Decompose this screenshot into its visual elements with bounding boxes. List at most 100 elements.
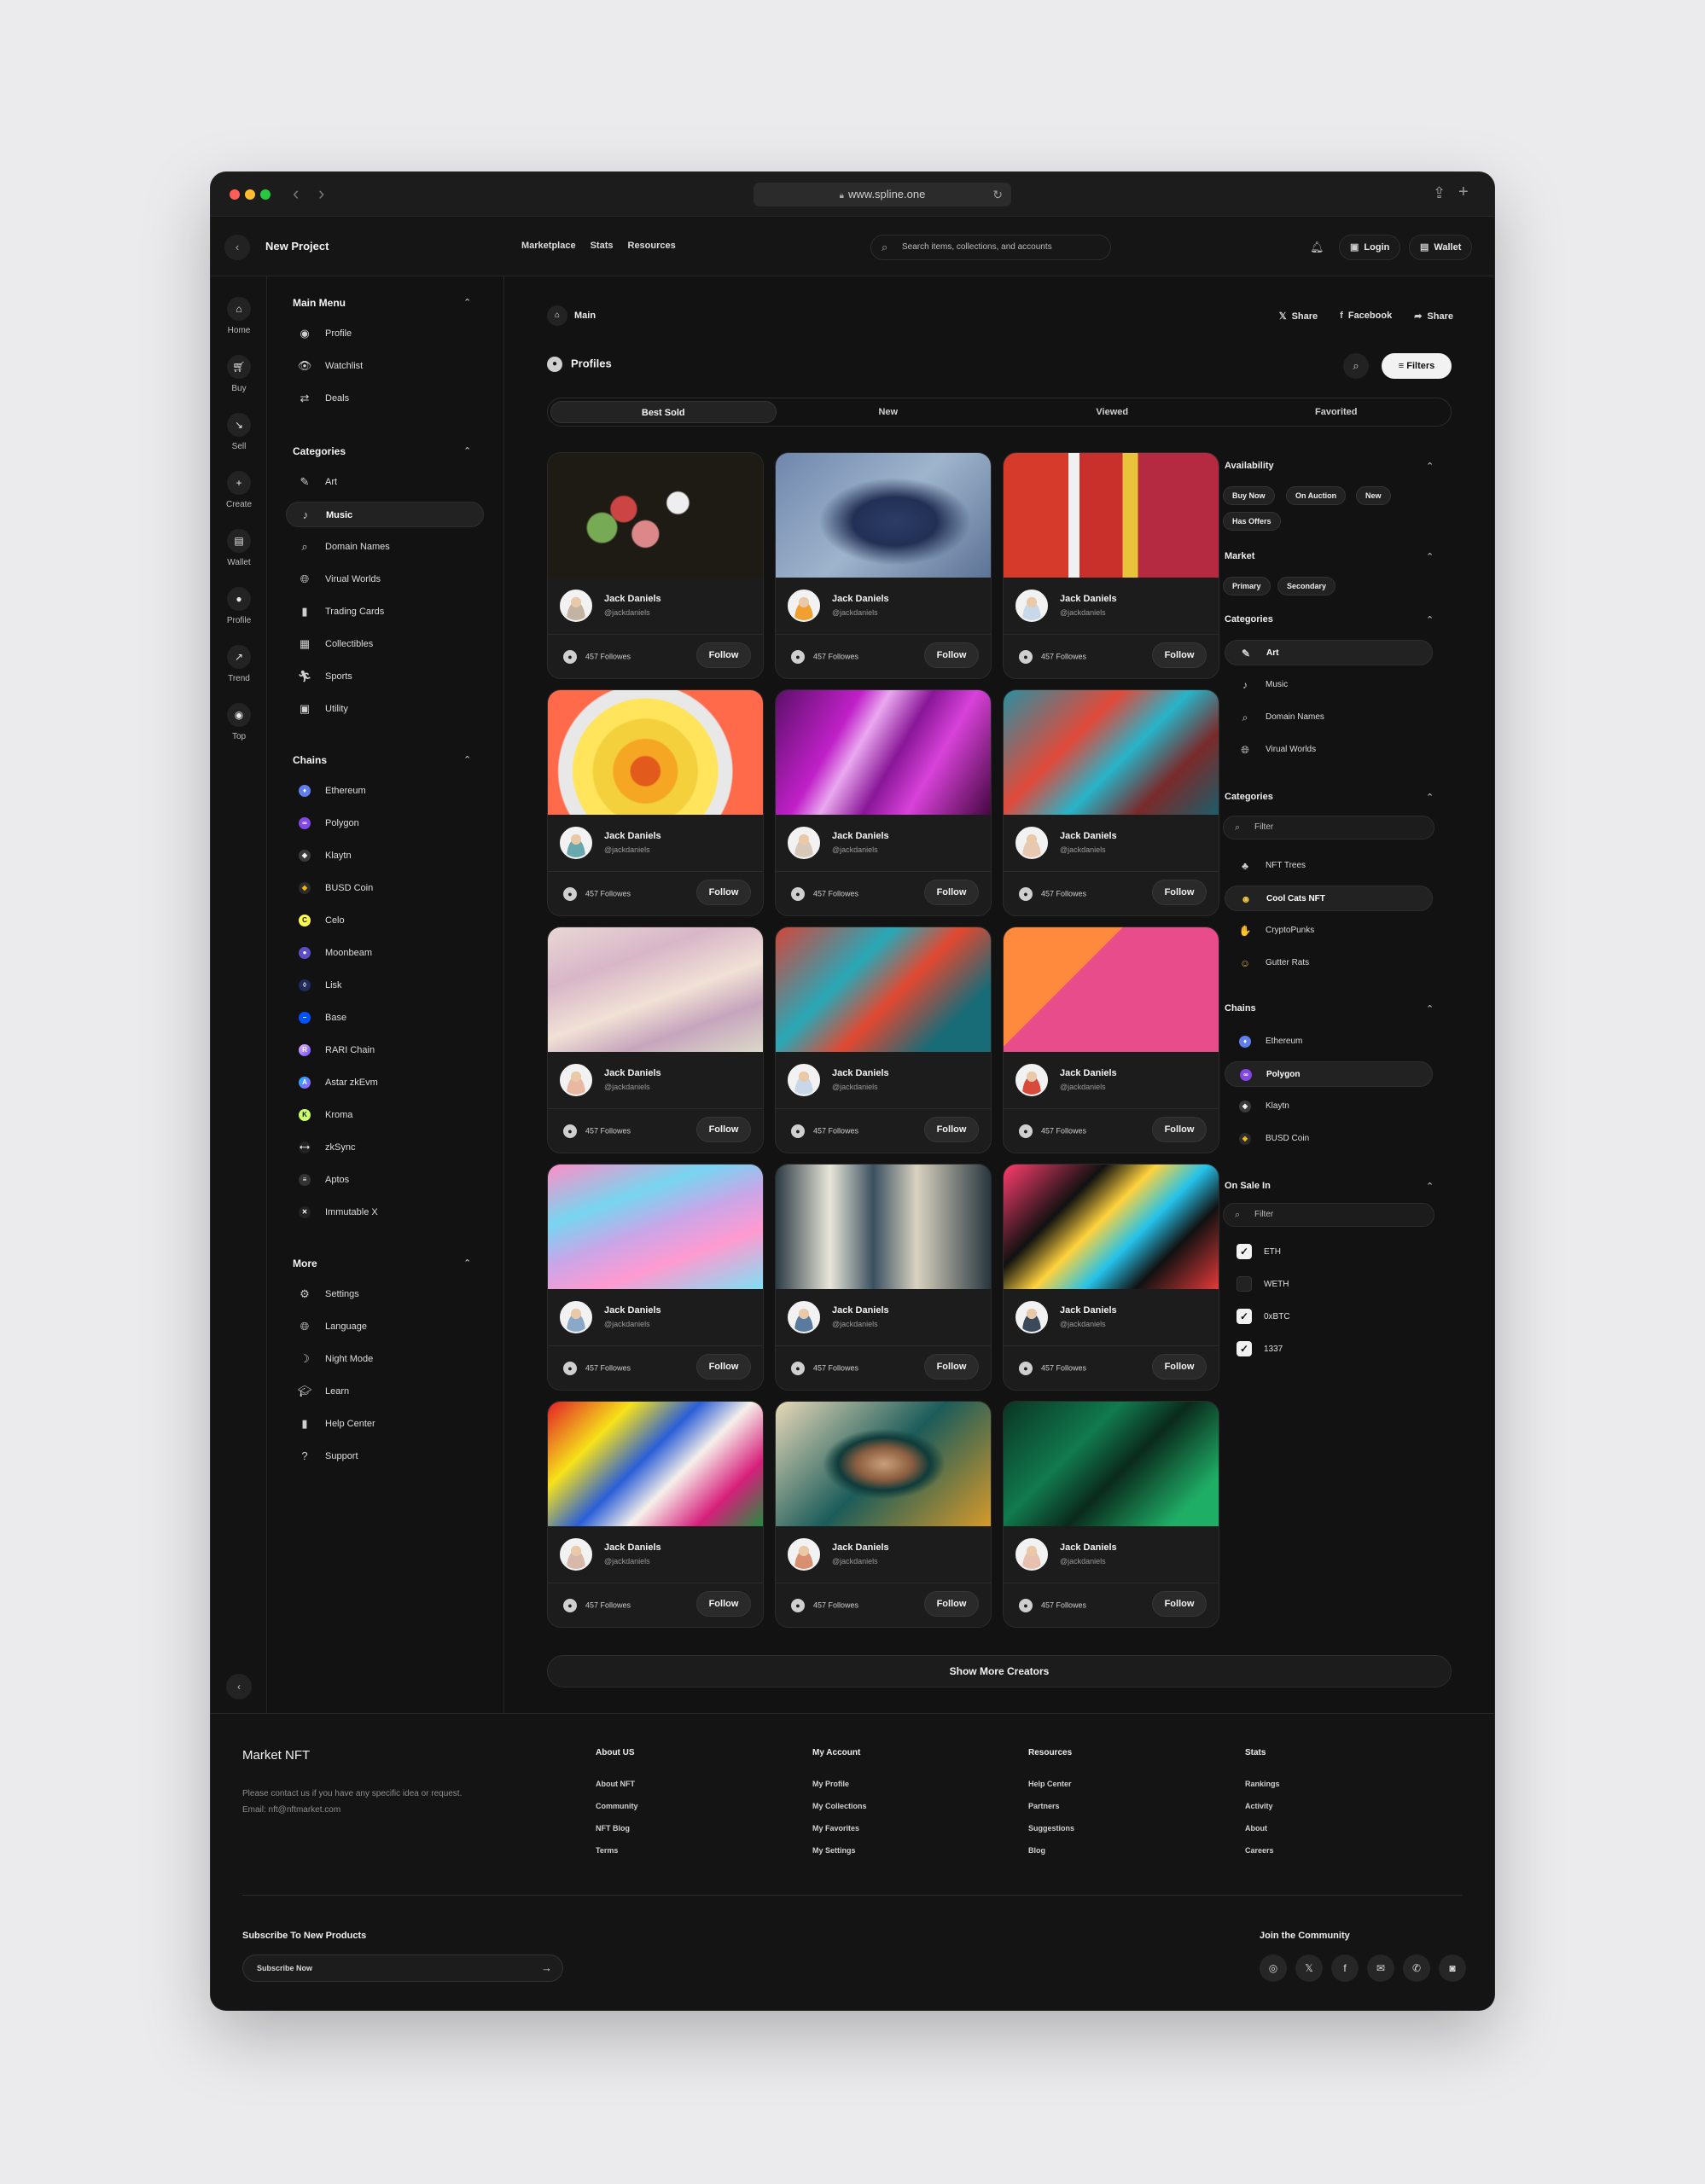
chip-buy-now[interactable]: Buy Now bbox=[1223, 486, 1275, 505]
share-x-link[interactable]: 𝕏 Share bbox=[1279, 311, 1318, 322]
sidebar-item-watchlist[interactable]: 👁︎ Watchlist bbox=[286, 353, 484, 379]
footer-link[interactable]: About NFT bbox=[596, 1780, 638, 1802]
whatsapp-icon[interactable]: ✆ bbox=[1403, 1955, 1430, 1982]
footer-link[interactable]: Community bbox=[596, 1802, 638, 1824]
profile-card[interactable]: Jack Daniels @jackdaniels ● 457 Followes Fol… bbox=[547, 689, 764, 916]
sidebar-item-help-center[interactable]: ▮ Help Center bbox=[286, 1411, 484, 1437]
bell-icon[interactable]: 🔔︎ bbox=[1310, 241, 1324, 254]
share-link[interactable]: ➦ Share bbox=[1414, 311, 1453, 322]
filter-chain-klaytn[interactable]: ◈ Klaytn bbox=[1225, 1094, 1433, 1119]
filter-chain-polygon[interactable]: ∞ Polygon bbox=[1225, 1061, 1433, 1087]
search-input[interactable]: ⌕ Search items, collections, and accounts bbox=[870, 235, 1111, 260]
profile-card[interactable]: Jack Daniels @jackdaniels ● 457 Followes Fol… bbox=[775, 452, 992, 679]
profile-card[interactable]: Jack Daniels @jackdaniels ● 457 Followes Fol… bbox=[1003, 452, 1219, 679]
footer-link[interactable]: Rankings bbox=[1245, 1780, 1280, 1802]
profile-card[interactable]: Jack Daniels @jackdaniels ● 457 Followes Fol… bbox=[1003, 689, 1219, 916]
sidebar-item-profile[interactable]: ◉ Profile bbox=[286, 321, 484, 346]
mail-icon[interactable]: ✉ bbox=[1367, 1955, 1394, 1982]
rail-top[interactable]: ◉ Top bbox=[211, 703, 267, 741]
profile-card[interactable]: Jack Daniels @jackdaniels ● 457 Followes Fol… bbox=[775, 689, 992, 916]
filter-category-music[interactable]: ♪ Music bbox=[1225, 672, 1433, 698]
sidebar-chain-moonbeam[interactable]: ● Moonbeam bbox=[286, 940, 484, 966]
footer-link[interactable]: Careers bbox=[1245, 1846, 1280, 1868]
chip-new[interactable]: New bbox=[1356, 486, 1391, 505]
chevron-up-icon[interactable]: ⌃ bbox=[1426, 1181, 1434, 1192]
filter-category-art[interactable]: ✎ Art bbox=[1225, 640, 1433, 665]
follow-button[interactable]: Follow bbox=[696, 1354, 751, 1380]
footer-link[interactable]: Blog bbox=[1028, 1846, 1074, 1868]
nav-stats[interactable]: Stats bbox=[591, 241, 614, 251]
new-tab-icon[interactable]: + bbox=[1458, 183, 1469, 202]
avatar[interactable] bbox=[560, 1538, 592, 1571]
sidebar-chain-kroma[interactable]: K Kroma bbox=[286, 1102, 484, 1128]
collapse-sidebar-button[interactable]: ‹ bbox=[226, 1674, 252, 1699]
sidebar-item-trading-cards[interactable]: ▮ Trading Cards bbox=[286, 599, 484, 624]
card-artwork[interactable] bbox=[548, 1402, 763, 1526]
card-artwork[interactable] bbox=[548, 927, 763, 1052]
follow-button[interactable]: Follow bbox=[1152, 880, 1207, 905]
sidebar-chain-rari[interactable]: R RARI Chain bbox=[286, 1037, 484, 1063]
footer-link[interactable]: My Favorites bbox=[812, 1824, 867, 1846]
avatar[interactable] bbox=[560, 1301, 592, 1333]
card-artwork[interactable] bbox=[1004, 927, 1219, 1052]
avatar[interactable] bbox=[1015, 827, 1048, 859]
chevron-up-icon[interactable]: ⌃ bbox=[463, 297, 471, 308]
profile-card[interactable]: Jack Daniels @jackdaniels ● 457 Followes Fol… bbox=[547, 926, 764, 1153]
follow-button[interactable]: Follow bbox=[1152, 1117, 1207, 1142]
footer-link[interactable]: Terms bbox=[596, 1846, 638, 1868]
avatar[interactable] bbox=[560, 590, 592, 622]
footer-link[interactable]: About bbox=[1245, 1824, 1280, 1846]
rail-home[interactable]: ⌂ Home bbox=[211, 297, 267, 335]
sidebar-chain-celo[interactable]: C Celo bbox=[286, 908, 484, 933]
nav-resources[interactable]: Resources bbox=[628, 241, 676, 251]
avatar[interactable] bbox=[788, 1301, 820, 1333]
sidebar-item-sports[interactable]: 🏃︎ Sports bbox=[286, 664, 484, 689]
card-artwork[interactable] bbox=[548, 453, 763, 578]
sidebar-item-music[interactable]: ♪ Music bbox=[286, 502, 484, 527]
chevron-up-icon[interactable]: ⌃ bbox=[463, 754, 471, 765]
chevron-up-icon[interactable]: ⌃ bbox=[1426, 551, 1434, 562]
checkbox-1337[interactable]: ✓ bbox=[1237, 1341, 1252, 1356]
profile-card[interactable]: Jack Daniels @jackdaniels ● 457 Followes Fol… bbox=[547, 1401, 764, 1628]
x-icon[interactable]: 𝕏 bbox=[1295, 1955, 1323, 1982]
sidebar-item-collectibles[interactable]: ▦ Collectibles bbox=[286, 631, 484, 657]
follow-button[interactable]: Follow bbox=[1152, 1354, 1207, 1380]
sidebar-chain-busd[interactable]: ◆ BUSD Coin bbox=[286, 875, 484, 901]
card-artwork[interactable] bbox=[776, 690, 991, 815]
chevron-up-icon[interactable]: ⌃ bbox=[1426, 1003, 1434, 1014]
sidebar-chain-zksync[interactable]: ⟷ zkSync bbox=[286, 1135, 484, 1160]
sidebar-chain-astar[interactable]: A Astar zkEvm bbox=[286, 1070, 484, 1095]
sidebar-chain-base[interactable]: – Base bbox=[286, 1005, 484, 1031]
card-artwork[interactable] bbox=[548, 690, 763, 815]
reload-icon[interactable]: ↻ bbox=[992, 183, 1003, 206]
avatar[interactable] bbox=[1015, 1064, 1048, 1096]
rail-trend[interactable]: ↗ Trend bbox=[211, 645, 267, 683]
follow-button[interactable]: Follow bbox=[924, 880, 979, 905]
forward-arrow-icon[interactable]: › bbox=[318, 184, 324, 203]
wallet-button[interactable]: ▤ Wallet bbox=[1409, 235, 1473, 260]
avatar[interactable] bbox=[1015, 590, 1048, 622]
filter-chain-busd[interactable]: ◆ BUSD Coin bbox=[1225, 1126, 1433, 1152]
tab-best-sold[interactable]: Best Sold bbox=[550, 401, 777, 423]
filter-category-domain-names[interactable]: ⌕ Domain Names bbox=[1225, 705, 1433, 730]
follow-button[interactable]: Follow bbox=[924, 1591, 979, 1617]
chip-primary[interactable]: Primary bbox=[1223, 577, 1271, 595]
tab-new[interactable]: New bbox=[777, 401, 1001, 423]
show-more-button[interactable]: Show More Creators bbox=[547, 1655, 1452, 1687]
checkbox-weth[interactable] bbox=[1237, 1276, 1252, 1292]
sidebar-item-deals[interactable]: ⇄ Deals bbox=[286, 386, 484, 411]
avatar[interactable] bbox=[560, 827, 592, 859]
follow-button[interactable]: Follow bbox=[696, 642, 751, 668]
rail-sell[interactable]: ↘ Sell bbox=[211, 413, 267, 451]
filters-button[interactable]: ≡ Filters bbox=[1382, 353, 1452, 379]
follow-button[interactable]: Follow bbox=[924, 1354, 979, 1380]
filter-collection-cool-cats[interactable]: ☻ Cool Cats NFT bbox=[1225, 886, 1433, 911]
avatar[interactable] bbox=[788, 590, 820, 622]
rail-buy[interactable]: 🛒︎ Buy bbox=[211, 355, 267, 393]
rail-create[interactable]: + Create bbox=[211, 471, 267, 509]
avatar[interactable] bbox=[1015, 1538, 1048, 1571]
follow-button[interactable]: Follow bbox=[924, 642, 979, 668]
profile-card[interactable]: Jack Daniels @jackdaniels ● 457 Followes Fol… bbox=[1003, 1401, 1219, 1628]
chip-has-offers[interactable]: Has Offers bbox=[1223, 512, 1281, 531]
maximize-window-button[interactable] bbox=[260, 189, 271, 200]
